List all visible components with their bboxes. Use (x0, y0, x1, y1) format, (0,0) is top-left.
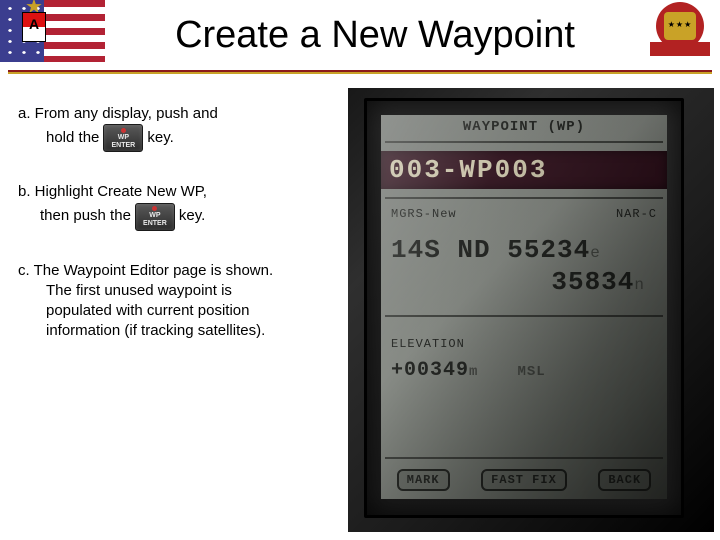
enter-key-icon: WP ENTER (103, 124, 143, 152)
softkey-row: MARK FAST FIX BACK (381, 469, 667, 491)
step-c-l4: information (if tracking satellites). (46, 322, 265, 339)
divider (385, 457, 663, 459)
step-b: b. Highlight Create New WP, then push th… (18, 182, 348, 230)
badge-stars-icon: ★★★ (650, 20, 710, 29)
waypoint-id: 003-WP003 (381, 151, 667, 189)
title-underline (8, 70, 712, 74)
unit-insignia-right: ★★★ (650, 2, 710, 58)
device-bezel: WAYPOINT (WP) 003-WP003 MGRS-New NAR-C 1… (364, 98, 684, 518)
slide: ★ A ★★★ Create a New Waypoint a. From an… (0, 0, 720, 540)
softkey-fastfix: FAST FIX (481, 469, 567, 491)
step-c-l3: populated with current position (46, 302, 249, 319)
step-c: c. The Waypoint Editor page is shown. Th… (18, 261, 348, 342)
enter-key-icon: WP ENTER (135, 203, 175, 231)
step-a: a. From any display, push and hold the W… (18, 104, 348, 152)
key-top-label: WP (118, 134, 129, 141)
step-b-post: key. (179, 206, 205, 226)
elevation-ref: MSL (517, 364, 545, 380)
divider (385, 197, 663, 199)
gps-device-photo: WAYPOINT (WP) 003-WP003 MGRS-New NAR-C 1… (348, 88, 714, 532)
datum: NAR-C (381, 207, 657, 221)
coord-line-2: 35834n (381, 267, 667, 297)
step-c-l2: The first unused waypoint is (46, 282, 232, 299)
coord-line-1: 14S ND 55234e (381, 235, 667, 265)
coord-unit-2: n (634, 276, 645, 294)
step-a-line1: a. From any display, push and (18, 104, 218, 124)
step-b-then: then push the (40, 206, 131, 226)
key-bottom-label: ENTER (112, 142, 136, 149)
elevation-value: +00349 (391, 359, 469, 382)
elevation-value-row: +00349m MSL (381, 359, 667, 382)
coord-unit-1: e (590, 244, 601, 262)
instruction-text: a. From any display, push and hold the W… (18, 104, 348, 372)
elevation-label: ELEVATION (391, 337, 667, 351)
device-screen: WAYPOINT (WP) 003-WP003 MGRS-New NAR-C 1… (381, 115, 667, 499)
coord-value-2: 35834 (551, 267, 634, 297)
divider (385, 141, 663, 143)
key-top-label: WP (149, 212, 160, 219)
badge-ribbon-icon (650, 42, 710, 56)
insignia-letter: A (16, 16, 52, 32)
divider (385, 315, 663, 317)
page-title: Create a New Waypoint (110, 14, 640, 57)
coord-value-1: 14S ND 55234 (391, 235, 590, 265)
elevation-unit: m (469, 364, 478, 380)
unit-insignia-left: ★ A (16, 4, 52, 52)
step-a-post: key. (147, 128, 173, 148)
step-a-hold: hold the (46, 128, 99, 148)
screen-title: WAYPOINT (WP) (381, 119, 667, 135)
step-c-l1: c. The Waypoint Editor page is shown. (18, 262, 273, 279)
softkey-mark: MARK (397, 469, 450, 491)
softkey-back: BACK (598, 469, 651, 491)
key-bottom-label: ENTER (143, 220, 167, 227)
step-b-line1: b. Highlight Create New WP, (18, 182, 207, 202)
